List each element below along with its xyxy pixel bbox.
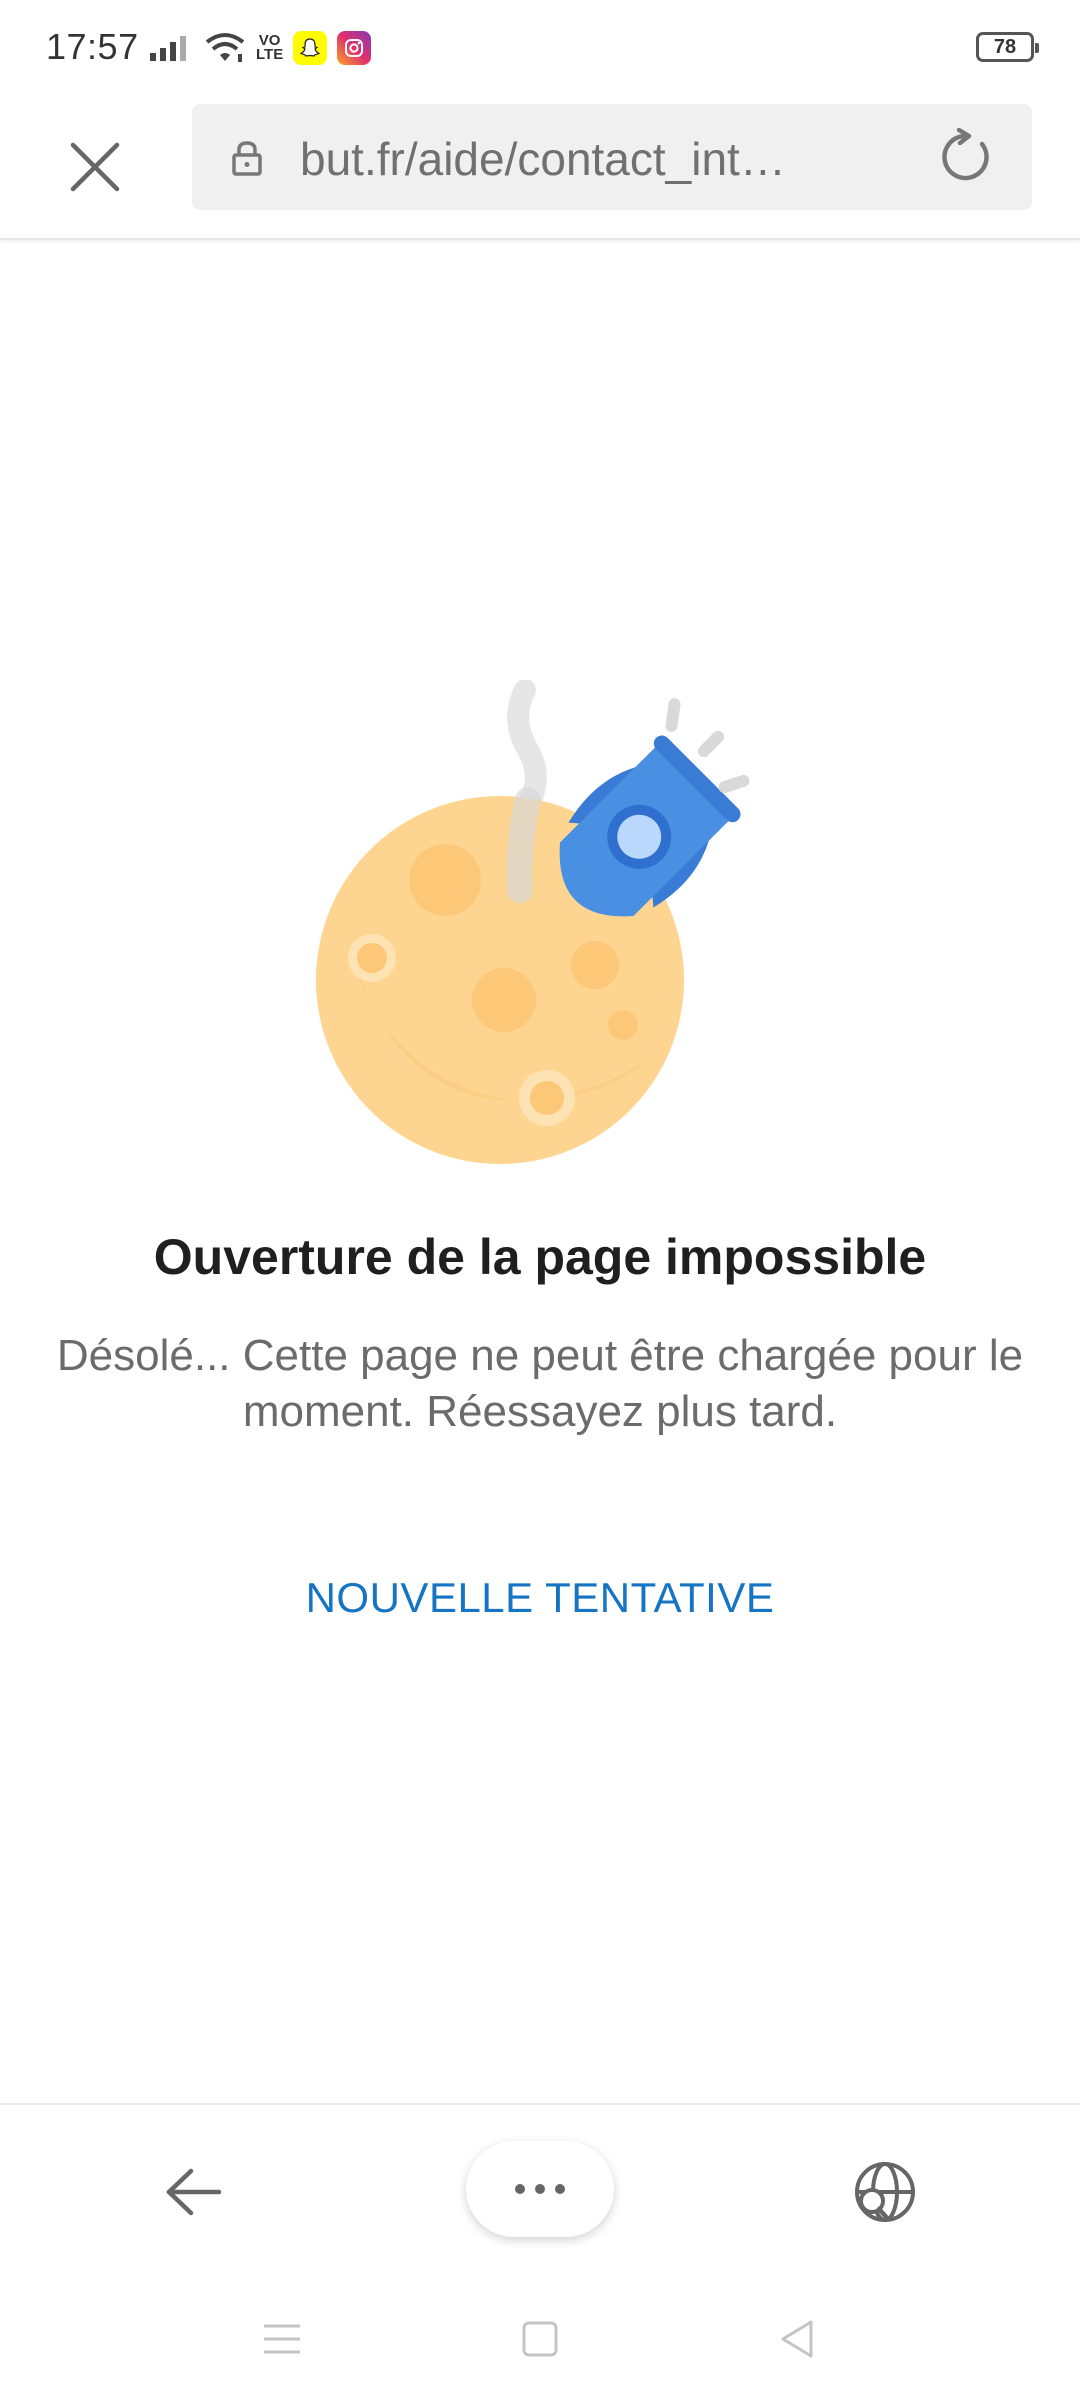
error-title: Ouverture de la page impossible — [153, 1229, 927, 1285]
reload-icon — [942, 128, 989, 181]
globe-search-icon — [855, 2162, 915, 2222]
back-button[interactable] — [148, 2147, 238, 2237]
status-icons: VO LTE — [148, 28, 372, 68]
instagram-icon — [337, 31, 372, 65]
reload-button[interactable] — [936, 128, 994, 186]
close-button[interactable] — [52, 124, 138, 210]
more-button[interactable] — [466, 2141, 614, 2237]
recents-button[interactable] — [252, 2309, 312, 2369]
signal-icon — [150, 36, 186, 61]
volte-icon: VO LTE — [256, 32, 284, 63]
system-back-button[interactable] — [766, 2309, 826, 2369]
url-text: but.fr/aide/contact_inter... — [300, 133, 800, 185]
error-message: Désolé... Cette page ne peut être chargé… — [56, 1331, 1024, 1436]
battery-level: 78 — [993, 35, 1017, 58]
browser-bottom-bar — [0, 2103, 1080, 2273]
recents-icon — [264, 2324, 300, 2354]
back-arrow-icon — [166, 2168, 222, 2216]
open-in-browser-button[interactable] — [840, 2147, 930, 2237]
home-icon — [522, 2321, 558, 2357]
browser-toolbar: but.fr/aide/contact_inter... — [0, 96, 1080, 240]
crashed-rocket-illustration — [316, 680, 750, 1164]
retry-button[interactable]: NOUVELLE TENTATIVE — [290, 1560, 790, 1636]
system-nav-bar — [0, 2273, 1080, 2400]
wifi-icon — [205, 33, 245, 62]
home-button[interactable] — [510, 2309, 570, 2369]
more-icon — [515, 2184, 565, 2194]
lock-icon — [232, 141, 262, 176]
back-icon — [781, 2320, 813, 2358]
close-icon — [70, 142, 120, 192]
url-field[interactable]: but.fr/aide/contact_inter... — [192, 104, 1032, 210]
status-bar: 17:57 VO LTE 78 — [0, 0, 1080, 96]
battery-icon: 78 — [976, 32, 1039, 62]
status-time: 17:57 — [46, 26, 139, 67]
snapchat-icon — [293, 31, 328, 65]
